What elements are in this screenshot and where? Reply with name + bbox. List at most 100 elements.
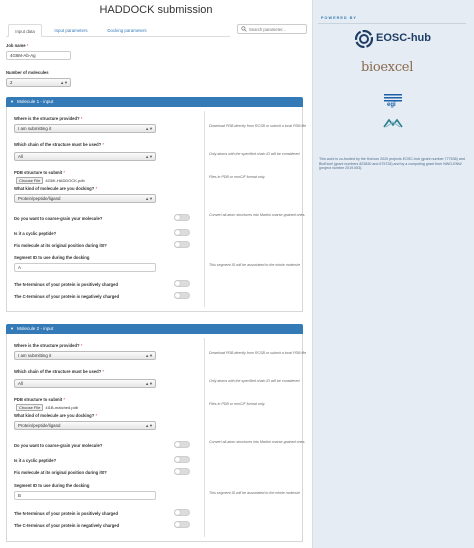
molecules-count-value: 2 <box>10 80 13 85</box>
chain-select[interactable]: All ▲▼ <box>14 152 156 161</box>
tab-bar: Input data Input parameters Docking para… <box>6 24 230 37</box>
toggle-knob <box>175 469 180 474</box>
coarse-label: Do you want to coarse-grain your molecul… <box>14 216 103 221</box>
pdb-label: PDB structure to submit * <box>14 170 65 175</box>
chain-label-text: Which chain of the structure must be use… <box>14 142 102 147</box>
page-title: HADDOCK submission <box>99 4 213 16</box>
job-name-input[interactable]: 4G6M-Ab-Ag <box>6 51 71 60</box>
chain-label-text: Which chain of the structure must be use… <box>14 369 102 374</box>
segid-hint: This segment ID will be associated to th… <box>209 491 301 495</box>
sidebar-divider <box>318 23 466 24</box>
chain-hint: Only atoms with the specified chain ID w… <box>209 379 300 383</box>
segid-label: Segment ID to use during the docking <box>14 483 90 488</box>
toggle-knob <box>175 522 180 527</box>
coarse-hint: Convert all-atom structures into Martini… <box>209 440 306 444</box>
required-mark: * <box>102 369 105 374</box>
provided-hint: Download PDB directly from RCSB or submi… <box>209 351 307 355</box>
segid-input[interactable]: B <box>14 491 156 500</box>
select-arrow-icon: ▲▼ <box>145 353 153 358</box>
toggle-knob <box>175 230 180 235</box>
search-box <box>237 24 307 34</box>
segid-input[interactable]: A <box>14 263 156 272</box>
chain-select[interactable]: All ▲▼ <box>14 379 156 388</box>
kind-select[interactable]: Protein/peptide/ligand ▲▼ <box>14 194 156 203</box>
coarse-hint: Convert all-atom structures into Martini… <box>209 213 306 217</box>
fix-toggle[interactable] <box>174 468 190 475</box>
coarse-toggle[interactable] <box>174 441 190 448</box>
cterm-label: The C-terminus of your protein is negati… <box>14 523 120 528</box>
provided-select[interactable]: I am submitting it ▲▼ <box>14 124 156 133</box>
cterm-toggle[interactable] <box>174 521 190 528</box>
bioexcel-logo-text: bioexcel <box>361 60 414 75</box>
chain-label: Which chain of the structure must be use… <box>14 142 104 147</box>
kind-label: What kind of molecule are you docking? * <box>14 186 97 191</box>
nterm-label: The N-terminus of your protein is positi… <box>14 511 119 516</box>
molecule-2-header[interactable]: ▼ Molecule 2 - input <box>6 324 303 334</box>
select-arrow-icon: ▲▼ <box>145 423 153 428</box>
required-mark: * <box>95 413 98 418</box>
kind-value: Protein/peptide/ligand <box>18 196 61 201</box>
toggle-knob <box>175 242 180 247</box>
select-arrow-icon: ▲▼ <box>145 196 153 201</box>
cyclic-label: Is it a cyclic peptide? <box>14 231 57 236</box>
molecules-count-select[interactable]: 2 ▲▼ <box>6 78 71 87</box>
required-mark: * <box>95 186 98 191</box>
egi-logo: egi <box>381 92 405 112</box>
nterm-toggle[interactable] <box>174 509 190 516</box>
coarse-label: Do you want to coarse-grain your molecul… <box>14 443 103 448</box>
chain-value: All <box>18 381 23 386</box>
required-mark: * <box>63 397 65 402</box>
kind-select[interactable]: Protein/peptide/ligand ▲▼ <box>14 421 156 430</box>
eosc-hub-logo: EOSC-hub <box>355 30 435 48</box>
bioexcel-logo: bioexcel <box>361 58 431 82</box>
search-input[interactable] <box>249 25 305 33</box>
egi-logo-text: egi <box>387 102 396 108</box>
select-arrow-icon: ▲▼ <box>145 154 153 159</box>
toggle-knob <box>175 457 180 462</box>
pdb-file-name: 4I1B-matched.pdb <box>45 405 79 410</box>
fix-toggle[interactable] <box>174 241 190 248</box>
pdb-file-picker: Choose File 4G6K-HADDOCK.pdb <box>16 177 85 184</box>
chain-hint: Only atoms with the specified chain ID w… <box>209 152 300 156</box>
segid-hint: This segment ID will be associated to th… <box>209 263 301 267</box>
column-divider <box>204 338 205 537</box>
required-mark: * <box>63 170 65 175</box>
chain-label: Which chain of the structure must be use… <box>14 369 104 374</box>
job-name-label: Job name * <box>6 43 28 48</box>
provided-value: I am submitting it <box>18 126 52 131</box>
toggle-knob <box>175 510 180 515</box>
search-icon <box>241 26 247 32</box>
fix-label: Fix molecule at its original position du… <box>14 243 107 248</box>
cyclic-label: Is it a cyclic peptide? <box>14 458 57 463</box>
select-arrow-icon: ▲▼ <box>60 80 68 85</box>
coarse-toggle[interactable] <box>174 214 190 221</box>
choose-file-button[interactable]: Choose File <box>16 404 44 411</box>
pdb-file-name: 4G6K-HADDOCK.pdb <box>45 178 85 183</box>
tab-docking-parameters[interactable]: Docking parameters <box>100 24 154 37</box>
cyclic-toggle[interactable] <box>174 229 190 236</box>
choose-file-button[interactable]: Choose File <box>16 177 44 184</box>
fix-label: Fix molecule at its original position du… <box>14 470 107 475</box>
required-mark: * <box>102 142 105 147</box>
sponsor-sidebar: POWERED BY EOSC-hub bioexcel egi This wo… <box>312 0 474 548</box>
pdb-label: PDB structure to submit * <box>14 397 65 402</box>
powered-by-heading: POWERED BY <box>321 16 357 20</box>
provided-select[interactable]: I am submitting it ▲▼ <box>14 351 156 360</box>
chevron-down-icon: ▼ <box>10 326 14 331</box>
molecules-count-label: Number of molecules <box>6 70 49 75</box>
cyclic-toggle[interactable] <box>174 456 190 463</box>
required-mark: * <box>80 343 83 348</box>
cterm-toggle[interactable] <box>174 292 190 299</box>
toggle-knob <box>175 293 180 298</box>
tab-input-parameters[interactable]: Input parameters <box>48 24 94 37</box>
molecule-1-header[interactable]: ▼ Molecule 1 - input <box>6 97 303 107</box>
provided-label-text: Where is the structure provided? <box>14 116 80 121</box>
job-name-label-text: Job name <box>6 43 26 48</box>
nterm-toggle[interactable] <box>174 280 190 287</box>
kind-label-text: What kind of molecule are you docking? <box>14 186 95 191</box>
toggle-knob <box>175 281 180 286</box>
provided-label: Where is the structure provided? * <box>14 343 82 348</box>
tab-input-data[interactable]: Input data <box>8 24 42 37</box>
required-mark: * <box>26 43 29 48</box>
provided-label-text: Where is the structure provided? <box>14 343 80 348</box>
